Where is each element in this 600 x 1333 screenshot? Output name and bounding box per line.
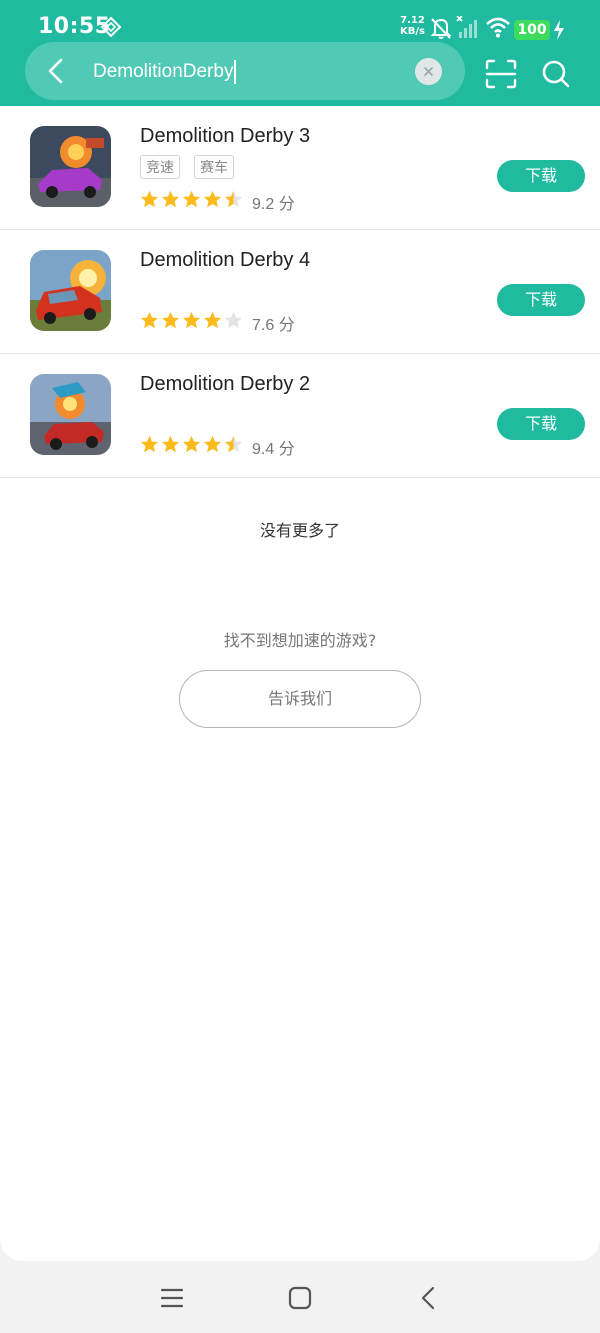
list-item[interactable]: Demolition Derby 4 7.6 分 下载 — [0, 230, 600, 354]
star-full-icon — [182, 311, 201, 329]
network-speed-value: 7.12 — [400, 15, 425, 26]
charging-icon — [554, 20, 564, 40]
star-full-icon — [140, 311, 159, 329]
tag: 赛车 — [194, 155, 234, 179]
battery-level: 100 — [514, 20, 550, 40]
tag: 竞速 — [140, 155, 180, 179]
rating-score: 7.6 分 — [252, 317, 295, 334]
tag-list: 竞速 赛车 — [140, 155, 248, 179]
network-speed: 7.12 KB/s — [400, 15, 425, 37]
game-icon-demolition-derby-4 — [30, 250, 111, 331]
search-bar[interactable] — [25, 42, 465, 100]
star-full-icon — [182, 435, 201, 453]
game-icon-demolition-derby-3 — [30, 126, 111, 207]
star-full-icon — [161, 435, 180, 453]
rating-score: 9.2 分 — [252, 196, 295, 213]
signal-icon — [456, 16, 477, 38]
download-button[interactable]: 下载 — [497, 284, 585, 316]
star-half-icon — [224, 435, 243, 453]
not-found-prompt: 找不到想加速的游戏? — [223, 631, 377, 650]
download-button[interactable]: 下载 — [497, 160, 585, 192]
menu-icon[interactable] — [161, 1286, 183, 1310]
star-empty-icon — [224, 311, 243, 329]
list-item[interactable]: Demolition Derby 3 竞速 赛车 9.2 分 下载 — [0, 106, 600, 230]
mute-bell-icon — [430, 18, 452, 39]
star-full-icon — [203, 311, 222, 329]
no-more-text: 没有更多了 — [259, 521, 340, 540]
star-full-icon — [203, 190, 222, 208]
scan-icon[interactable] — [485, 59, 517, 89]
search-input[interactable]: DemolitionDerby — [93, 60, 236, 84]
status-bar: 10:55 7.12 KB/s 100 — [0, 0, 600, 40]
star-full-icon — [161, 190, 180, 208]
tell-us-button[interactable]: 告诉我们 — [179, 670, 421, 728]
search-query: DemolitionDerby — [93, 61, 234, 83]
text-caret — [234, 60, 236, 84]
network-speed-unit: KB/s — [400, 26, 425, 37]
star-full-icon — [161, 311, 180, 329]
download-button[interactable]: 下载 — [497, 408, 585, 440]
star-half-icon — [224, 190, 243, 208]
app-status-icon — [100, 16, 122, 38]
star-full-icon — [182, 190, 201, 208]
list-item[interactable]: Demolition Derby 2 9.4 分 下载 — [0, 354, 600, 478]
close-icon[interactable] — [415, 58, 442, 85]
home-icon[interactable] — [288, 1286, 312, 1310]
app-name: Demolition Derby 2 — [140, 373, 311, 395]
star-full-icon — [203, 435, 222, 453]
star-full-icon — [140, 190, 159, 208]
rating-score: 9.4 分 — [252, 441, 295, 458]
wifi-icon — [486, 17, 510, 38]
star-full-icon — [140, 435, 159, 453]
back-nav-icon[interactable] — [418, 1286, 438, 1310]
app-name: Demolition Derby 3 — [140, 125, 311, 147]
chevron-left-icon[interactable] — [44, 57, 68, 85]
app-name: Demolition Derby 4 — [140, 249, 311, 271]
game-icon-demolition-derby-2 — [30, 374, 111, 455]
search-icon[interactable] — [541, 59, 571, 89]
